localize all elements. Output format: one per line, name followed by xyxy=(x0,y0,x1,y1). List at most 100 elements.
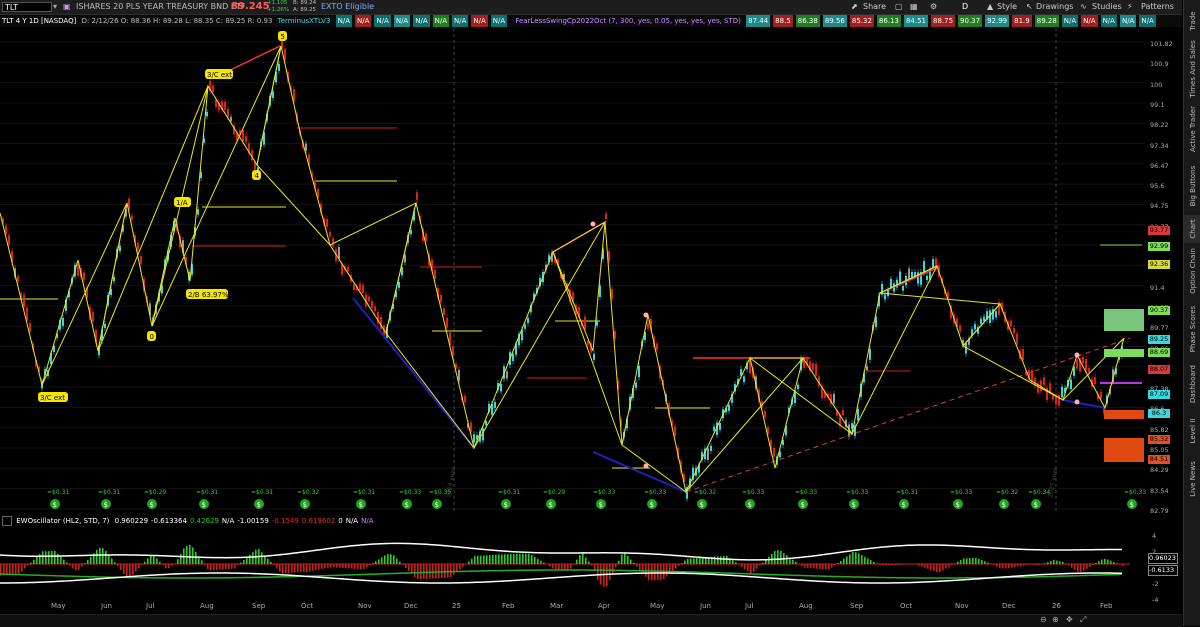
fearless-study-label[interactable]: FearLessSwingCp2022Oct (7, 300, yes, 0.0… xyxy=(515,17,740,25)
drawings-button[interactable]: Drawings xyxy=(1036,0,1073,14)
candle-body xyxy=(1070,380,1072,390)
time-axis-label: Nov xyxy=(955,602,969,610)
candle-body xyxy=(635,383,637,388)
price-chart-svg[interactable]: 2024 year 2025 year xyxy=(0,28,1182,514)
patterns-button[interactable]: Patterns xyxy=(1141,0,1174,14)
candle-body xyxy=(710,446,712,451)
candle-body xyxy=(584,317,586,330)
dividend-label: ≈$0.33 xyxy=(399,489,421,496)
chevron-down-icon[interactable]: ▾ xyxy=(53,0,57,14)
time-axis-label: Jul xyxy=(146,602,154,610)
drawings-icon[interactable]: ↖ xyxy=(1026,0,1033,14)
stop-zone-orange xyxy=(1104,410,1144,419)
study-header-bar: TLT 4 Y 1D [NASDAQ] D: 2/12/26 O: 88.36 … xyxy=(0,15,1182,27)
candle-body xyxy=(1100,392,1102,399)
time-axis-label: Jul xyxy=(745,602,753,610)
candle-body xyxy=(17,276,19,281)
terminus-study-label[interactable]: TerminusXTLV3 xyxy=(278,17,331,25)
style-button[interactable]: Style xyxy=(997,0,1017,14)
link-icon[interactable]: ▣ xyxy=(63,0,71,14)
oscillator-axis-label: 4 xyxy=(1152,532,1156,540)
candle-body xyxy=(1022,349,1024,360)
candle-body xyxy=(713,427,715,431)
dividend-label: ≈$0.29 xyxy=(144,489,166,496)
candle-body xyxy=(959,325,961,331)
candle-body xyxy=(473,434,475,442)
candle-body xyxy=(1016,334,1018,345)
study-value-cell: N/A xyxy=(433,15,449,27)
candle-body xyxy=(272,91,274,97)
oscillator-axis-label: -2 xyxy=(1152,580,1158,588)
candle-body xyxy=(899,271,901,282)
sidebar-tab-live-news[interactable]: Live News xyxy=(1184,455,1200,503)
settings-icon[interactable]: ⚙ xyxy=(930,0,937,14)
ohlc-readout: D: 2/12/26 O: 88.36 H: 89.28 L: 88.35 C:… xyxy=(82,17,273,25)
candle-body xyxy=(458,370,460,381)
time-axis-label: 26 xyxy=(1052,602,1061,610)
candle-body xyxy=(914,272,916,276)
period-selector[interactable]: D xyxy=(962,0,968,14)
exto-badge[interactable]: EXTO Eligible xyxy=(321,0,374,14)
study-value-cell: N/A xyxy=(1120,15,1136,27)
grid-icon[interactable]: ▦ xyxy=(910,0,918,14)
price-tag: 85.32 xyxy=(1148,435,1170,444)
price-tag: 86.3 xyxy=(1148,409,1170,418)
study-value-cell: 88.5 xyxy=(773,15,793,27)
dividend-label: ≈$0.35 xyxy=(429,489,451,496)
candle-body xyxy=(743,376,745,382)
candle-body xyxy=(26,308,28,321)
time-axis-label: Sep xyxy=(252,602,265,610)
candle-body xyxy=(464,396,466,403)
candle-body xyxy=(869,349,871,360)
wave-label-0: 0 xyxy=(150,333,154,341)
candle-body xyxy=(368,297,370,302)
bottom-status-bar: ⊖ ⊕ ✥ ⤢ xyxy=(0,614,1182,627)
candle-body xyxy=(440,295,442,302)
zoom-in-icon[interactable]: ⊕ xyxy=(1052,615,1059,624)
candle-body xyxy=(908,269,910,280)
candle-body xyxy=(842,410,844,415)
studies-button[interactable]: Studies xyxy=(1092,0,1122,14)
candle-body xyxy=(656,343,658,349)
dividend-label: ≈$0.32 xyxy=(996,489,1018,496)
oscillator-settings-icon[interactable] xyxy=(2,516,12,526)
oscillator-title[interactable]: EWOscillator (HL2, STD, 7) xyxy=(16,517,109,525)
style-icon[interactable]: ▲ xyxy=(987,0,993,14)
wave-label-1a: 1/A xyxy=(176,199,188,207)
candle-body xyxy=(338,247,340,259)
study-value-cell: 92.99 xyxy=(985,15,1009,27)
zoom-out-icon[interactable]: ⊖ xyxy=(1040,615,1047,624)
dividend-label: ≈$0.31 xyxy=(98,489,120,496)
oscillator-value: 0.619602 xyxy=(302,517,335,525)
candle-body xyxy=(857,409,859,421)
candle-body xyxy=(506,371,508,378)
oscillator-value: -0.1549 xyxy=(272,517,299,525)
candle-body xyxy=(1013,328,1015,333)
dollar-icon: $ xyxy=(435,501,439,509)
oscillator-value: 0.42629 xyxy=(190,517,219,525)
expand-icon[interactable]: ⤢ xyxy=(1080,615,1086,625)
candle-body xyxy=(131,216,133,220)
time-axis[interactable]: MayJunJulAugSepOctNovDec25FebMarAprMayJu… xyxy=(0,600,1182,614)
pan-icon[interactable]: ✥ xyxy=(1066,615,1073,624)
candle-body xyxy=(983,317,985,322)
share-icon[interactable]: ⬈ xyxy=(851,0,858,14)
candle-body xyxy=(524,324,526,328)
candle-body xyxy=(410,230,412,234)
price-tag: 90.37 xyxy=(1148,306,1170,315)
candle-body xyxy=(911,272,913,277)
lock-icon[interactable]: ▢ xyxy=(895,0,903,14)
patterns-icon[interactable]: ⚡ xyxy=(1127,0,1133,14)
dividend-label: ≈$0.33 xyxy=(950,489,972,496)
candle-body xyxy=(926,276,928,280)
trend-lines xyxy=(218,46,1130,492)
studies-icon[interactable]: ∿ xyxy=(1080,0,1087,14)
dollar-icon: $ xyxy=(599,501,603,509)
candle-body xyxy=(719,423,721,430)
main-price-chart[interactable]: 2024 year 2025 year xyxy=(0,28,1182,514)
share-button[interactable]: Share xyxy=(863,0,886,14)
oscillator-panel[interactable]: 420-2-4 0.96023-0.6133 xyxy=(0,528,1182,600)
symbol-input[interactable]: TLT xyxy=(2,2,52,12)
time-axis-label: Mar xyxy=(550,602,563,610)
study-value-cell: 81.9 xyxy=(1012,15,1032,27)
